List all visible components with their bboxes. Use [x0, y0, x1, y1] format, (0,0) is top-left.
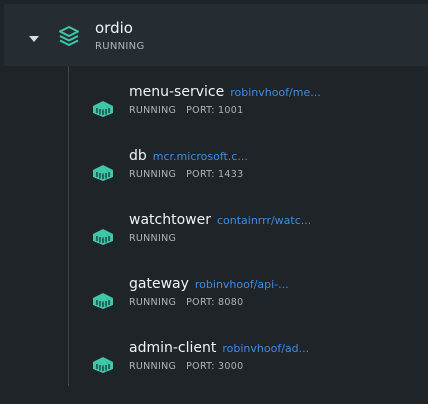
container-name: admin-client robinvhoof/ad... [129, 340, 310, 356]
container-status: RUNNING [129, 105, 177, 116]
container-image-link[interactable]: containrrr/watc... [217, 214, 311, 227]
group-status: RUNNING [95, 41, 145, 52]
container-port: PORT: 3000 [186, 361, 244, 372]
container-status: RUNNING [129, 297, 177, 308]
container-icon [93, 165, 113, 181]
container-image-link[interactable]: robinvhoof/me... [230, 86, 321, 99]
container-row-menu-service[interactable]: menu-service robinvhoof/me... RUNNING PORT… [85, 84, 425, 144]
container-port: PORT: 1001 [186, 105, 244, 116]
container-status: RUNNING [129, 361, 177, 372]
container-icon [93, 101, 113, 117]
container-image-link[interactable]: mcr.microsoft.c... [153, 150, 248, 163]
container-row-admin-client[interactable]: admin-client robinvhoof/ad... RUNNING PORT… [85, 340, 425, 400]
container-row-watchtower[interactable]: watchtower containrrr/watc... RUNNING [85, 212, 425, 272]
container-meta: RUNNING PORT: 1433 [129, 169, 243, 181]
container-image-link[interactable]: robinvhoof/api-... [195, 278, 289, 291]
container-icon [93, 293, 113, 309]
tree-connector-line [68, 66, 69, 386]
container-name: db mcr.microsoft.c... [129, 148, 248, 164]
stack-icon [59, 26, 79, 46]
container-name: menu-service robinvhoof/me... [129, 84, 321, 100]
container-port: PORT: 8080 [186, 297, 244, 308]
chevron-down-icon[interactable] [29, 36, 39, 42]
container-status: RUNNING [129, 233, 177, 244]
container-meta: RUNNING PORT: 3000 [129, 361, 243, 373]
container-row-gateway[interactable]: gateway robinvhoof/api-... RUNNING PORT: 8… [85, 276, 425, 336]
container-meta: RUNNING PORT: 1001 [129, 105, 243, 117]
container-status: RUNNING [129, 169, 177, 180]
container-image-link[interactable]: robinvhoof/ad... [222, 342, 309, 355]
container-name: gateway robinvhoof/api-... [129, 276, 289, 292]
container-port: PORT: 1433 [186, 169, 244, 180]
group-name: ordio [95, 19, 133, 37]
container-icon [93, 357, 113, 373]
container-row-db[interactable]: db mcr.microsoft.c... RUNNING PORT: 1433 [85, 148, 425, 208]
container-meta: RUNNING [129, 233, 186, 245]
container-name: watchtower containrrr/watc... [129, 212, 312, 228]
container-meta: RUNNING PORT: 8080 [129, 297, 243, 309]
container-icon [93, 229, 113, 245]
